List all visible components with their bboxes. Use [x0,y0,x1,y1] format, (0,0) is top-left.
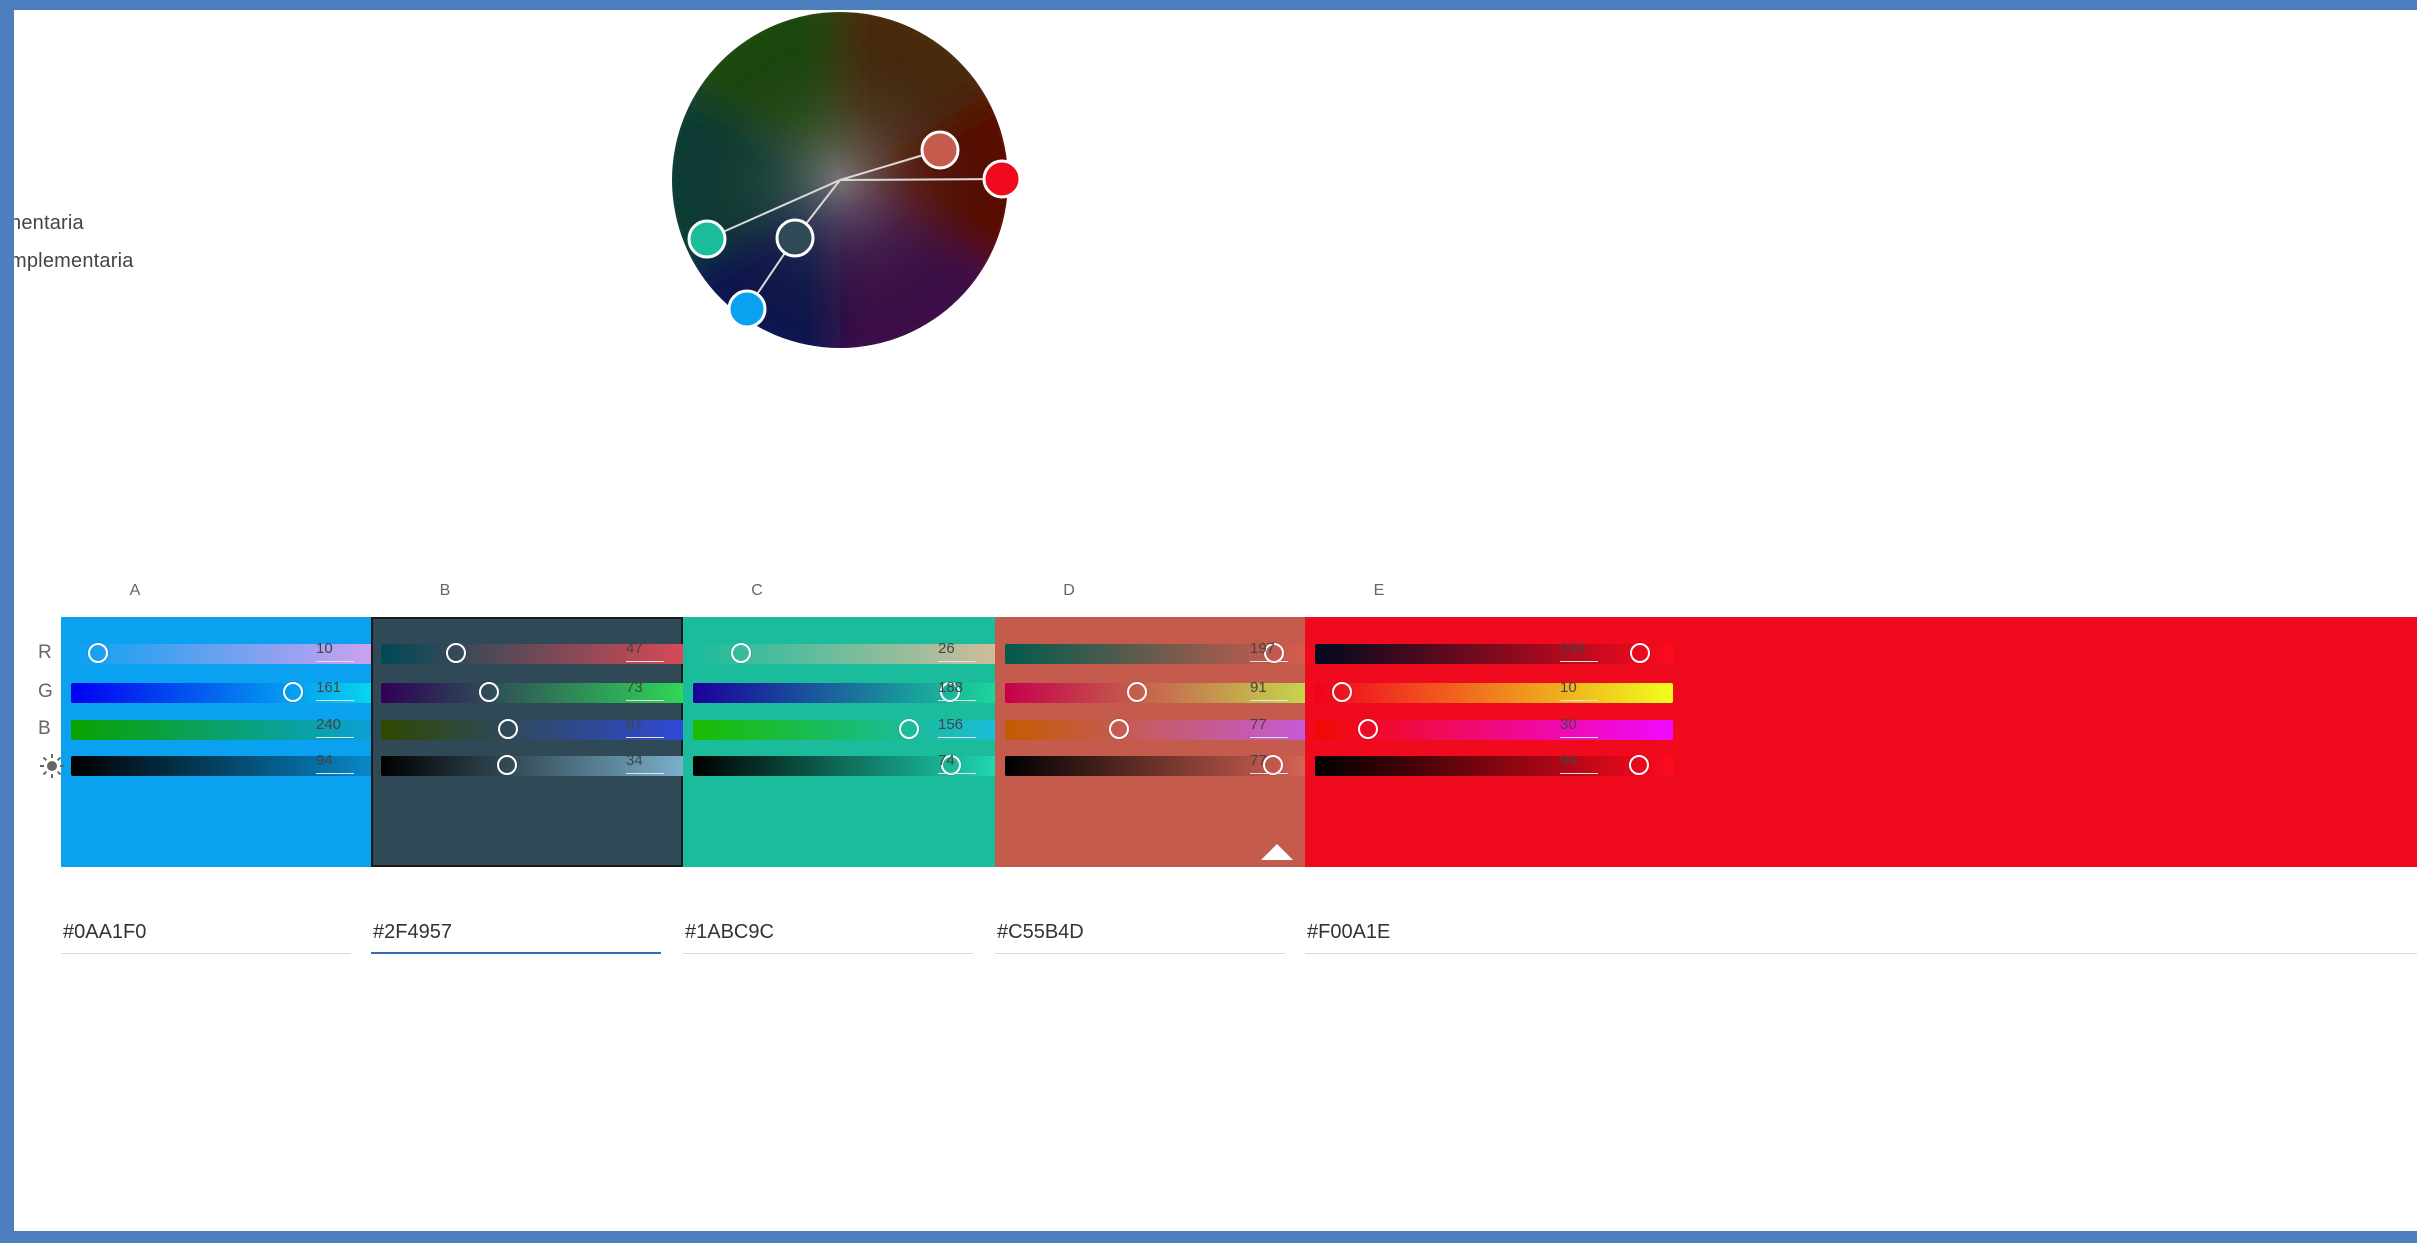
brightness-value-a[interactable]: 94 [316,752,354,774]
g-slider-e[interactable] [1315,682,1673,703]
hex-input-c[interactable] [683,912,973,954]
slider-knob[interactable] [1126,682,1147,702]
brightness-value-c[interactable]: 74 [938,752,976,774]
selected-swatch-indicator [1261,844,1293,860]
channel-label-g: G [38,681,53,702]
r-value-b[interactable]: 47 [626,640,664,662]
wheel-handle-a[interactable] [727,289,767,329]
slider-knob[interactable] [730,643,751,663]
b-value-a[interactable]: 240 [316,716,354,738]
column-header-d: D [1063,582,1076,599]
column-header-b: B [439,582,452,599]
g-value-a[interactable]: 161 [316,679,354,701]
hex-input-d[interactable] [995,912,1285,954]
channel-label-b: B [38,718,51,739]
r-slider-e[interactable] [1315,643,1673,664]
wheel-handle-e[interactable] [982,159,1022,199]
slider-knob[interactable] [479,682,500,702]
brightness-value-d[interactable]: 77 [1250,752,1288,774]
wheel-handle-c[interactable] [687,219,727,259]
wheel-handle-b[interactable] [775,218,815,258]
slider-knob[interactable] [1108,719,1129,739]
r-value-e[interactable]: 240 [1560,640,1598,662]
hex-input-e[interactable] [1305,912,2417,954]
brightness-value-b[interactable]: 34 [626,752,664,774]
hex-input-a[interactable] [61,912,351,954]
wheel-hue-area [672,12,1008,348]
slider-knob[interactable] [1331,682,1352,702]
brightness-icon [38,752,66,785]
slider-knob[interactable] [87,643,108,663]
wheel-handle-d[interactable] [920,130,960,170]
color-wheel-app: nentaria mplementaria A #0AA1F0 10 161 2… [14,10,2417,1231]
color-wheel[interactable] [14,10,2417,570]
column-header-e: E [1373,582,1386,599]
r-value-d[interactable]: 197 [1250,640,1288,662]
color-wheel-canvas[interactable] [14,10,2417,570]
column-header-c: C [751,582,764,599]
brightness-slider-e[interactable] [1315,755,1673,776]
slider-knob[interactable] [497,719,518,739]
b-slider-e[interactable] [1315,719,1673,740]
slider-knob[interactable] [1629,755,1650,775]
slider-knob[interactable] [497,755,518,775]
g-value-b[interactable]: 73 [626,679,664,701]
g-value-e[interactable]: 10 [1560,679,1598,701]
slider-knob[interactable] [898,719,919,739]
brightness-value-e[interactable]: 94 [1560,752,1598,774]
b-value-d[interactable]: 77 [1250,716,1288,738]
b-value-e[interactable]: 30 [1560,716,1598,738]
slider-knob[interactable] [1629,643,1650,663]
channel-label-r: R [38,642,52,663]
column-header-a: A [129,582,142,599]
hex-input-b[interactable] [371,912,661,954]
slider-knob[interactable] [445,643,466,663]
b-value-b[interactable]: 87 [626,716,664,738]
r-value-c[interactable]: 26 [938,640,976,662]
g-value-c[interactable]: 188 [938,679,976,701]
r-value-a[interactable]: 10 [316,640,354,662]
b-value-c[interactable]: 156 [938,716,976,738]
slider-knob[interactable] [1357,719,1378,739]
slider-knob[interactable] [283,682,304,702]
g-value-d[interactable]: 91 [1250,679,1288,701]
